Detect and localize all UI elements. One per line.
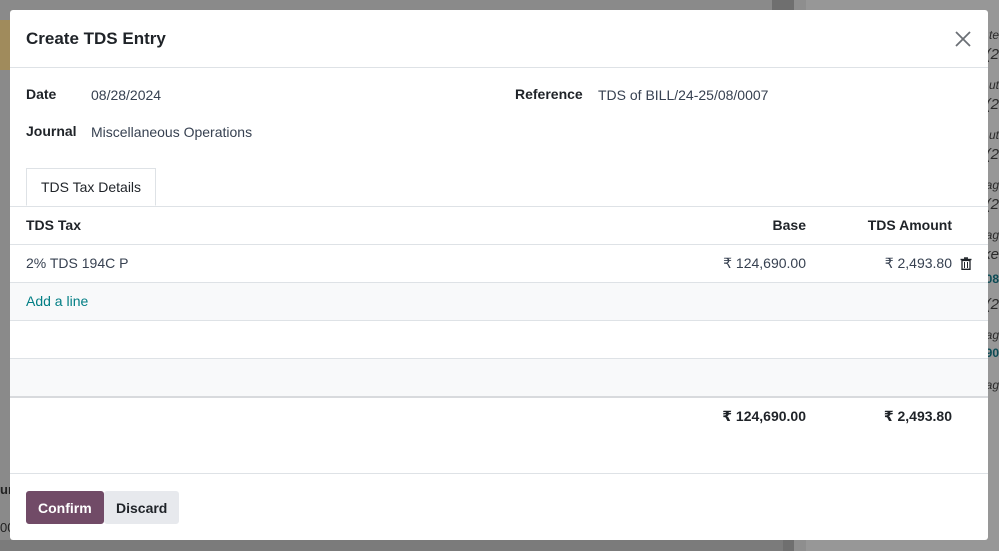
dialog-footer: Confirm Discard <box>10 473 988 540</box>
trash-icon <box>960 257 972 270</box>
dialog-title: Create TDS Entry <box>26 29 166 48</box>
table-header-row: TDS Tax Base TDS Amount <box>10 207 988 245</box>
totals-row: ₹ 124,690.00 ₹ 2,493.80 <box>10 396 988 435</box>
background-text: ut <box>988 128 999 142</box>
empty-row <box>10 321 988 359</box>
column-header-tds-amount[interactable]: TDS Amount <box>868 207 952 244</box>
total-base: ₹ 124,690.00 <box>722 408 806 424</box>
notebook-tabs: TDS Tax Details <box>10 168 988 207</box>
add-line-row: Add a line <box>10 283 988 321</box>
delete-row-button[interactable] <box>958 245 974 282</box>
date-label: Date <box>26 86 57 102</box>
reference-field[interactable]: TDS of BILL/24-25/08/0007 <box>598 87 768 103</box>
date-field[interactable]: 08/28/2024 <box>91 87 161 103</box>
table-row[interactable]: 2% TDS 194C P ₹ 124,690.00 ₹ 2,493.80 <box>10 245 988 283</box>
background-text: ut <box>988 78 999 92</box>
journal-label: Journal <box>26 123 77 139</box>
add-a-line-link[interactable]: Add a line <box>26 283 88 320</box>
total-tds-amount: ₹ 2,493.80 <box>883 408 952 424</box>
confirm-button[interactable]: Confirm <box>26 491 104 524</box>
dialog-header: Create TDS Entry <box>10 10 988 68</box>
close-button[interactable] <box>952 28 974 50</box>
base-cell[interactable]: ₹ 124,690.00 <box>723 245 806 282</box>
column-header-base[interactable]: Base <box>773 207 806 244</box>
tds-tax-table: TDS Tax Base TDS Amount 2% TDS 194C P ₹ … <box>10 207 988 397</box>
empty-row <box>10 359 988 397</box>
background-text: te <box>988 28 999 42</box>
tds-amount-cell[interactable]: ₹ 2,493.80 <box>885 245 952 282</box>
close-icon <box>955 31 971 47</box>
column-header-tds-tax[interactable]: TDS Tax <box>26 207 81 244</box>
journal-field[interactable]: Miscellaneous Operations <box>91 124 252 140</box>
discard-button[interactable]: Discard <box>104 491 180 524</box>
create-tds-entry-dialog: Create TDS Entry Date 08/28/2024 Journal… <box>10 10 988 540</box>
reference-label: Reference <box>515 86 583 102</box>
background-bottom <box>0 540 783 551</box>
tab-tds-tax-details[interactable]: TDS Tax Details <box>26 168 156 206</box>
tds-tax-cell[interactable]: 2% TDS 194C P <box>26 245 128 282</box>
